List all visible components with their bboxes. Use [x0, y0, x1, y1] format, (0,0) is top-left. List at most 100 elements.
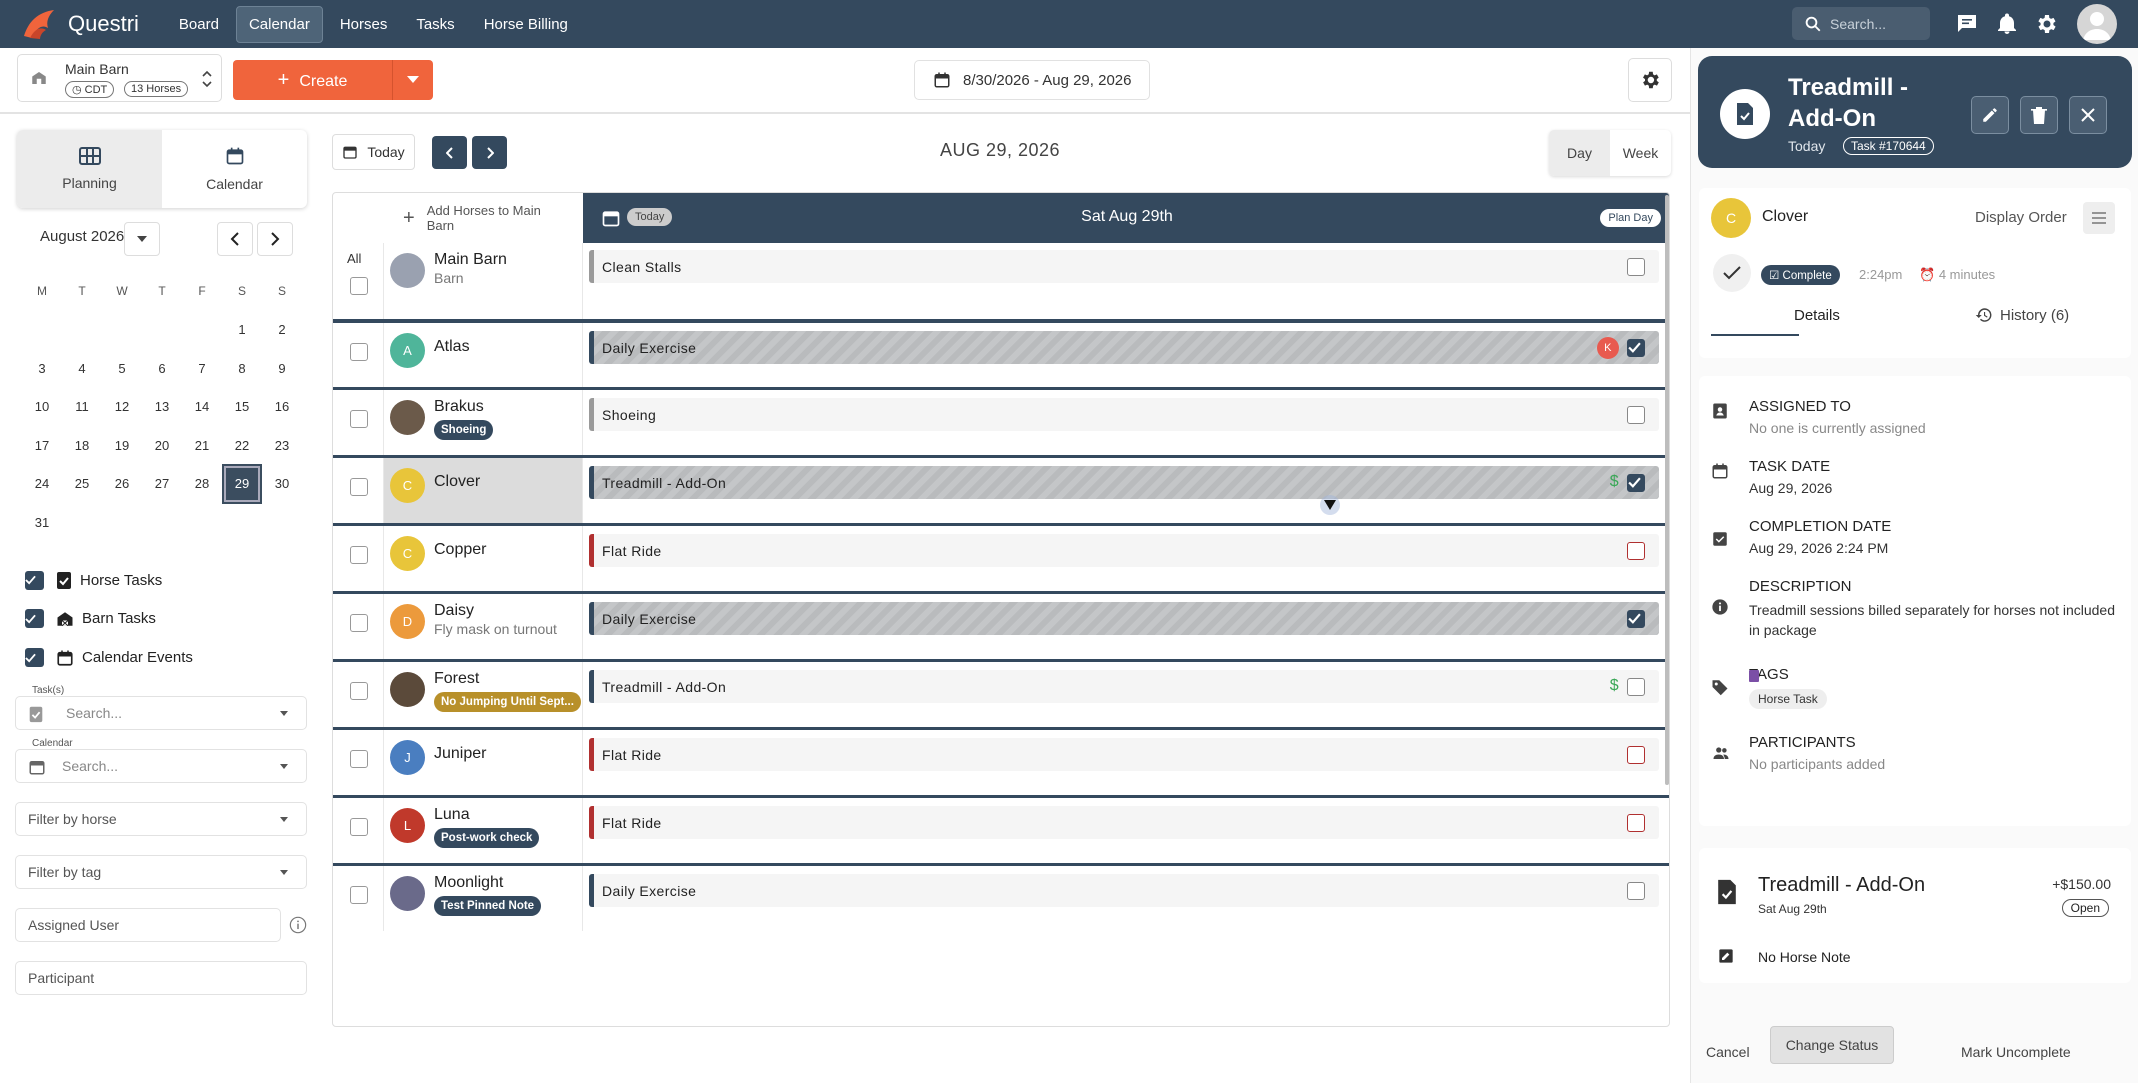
calendar-day[interactable]: 13 — [142, 399, 182, 414]
horse-cell[interactable]: C Clover — [383, 458, 583, 523]
info-icon[interactable] — [289, 916, 307, 934]
month-dropdown-button[interactable] — [124, 222, 160, 256]
next-day-button[interactable] — [472, 136, 507, 169]
mark-uncomplete-button[interactable]: Mark Uncomplete — [1961, 1044, 2071, 1060]
global-search-input[interactable]: Search... — [1792, 7, 1930, 40]
horse-cell[interactable]: L Luna Post-work check — [383, 798, 583, 863]
calendar-day[interactable]: 27 — [142, 476, 182, 491]
pinned-note-badge[interactable]: Test Pinned Note — [434, 896, 542, 916]
app-logo[interactable]: Questri — [22, 8, 139, 40]
edit-button[interactable] — [1971, 96, 2009, 134]
filter-barn-tasks[interactable]: Barn Tasks — [25, 609, 156, 628]
nav-calendar[interactable]: Calendar — [235, 5, 323, 43]
horse-cell[interactable]: Moonlight Test Pinned Note — [383, 866, 583, 931]
delete-button[interactable] — [2020, 96, 2058, 134]
task-complete-checkbox[interactable] — [1627, 258, 1645, 276]
horse-cell[interactable]: Main Barn Barn — [383, 243, 583, 319]
calendar-day[interactable]: 23 — [262, 438, 302, 453]
create-button[interactable]: + Create — [233, 60, 433, 100]
row-checkbox[interactable] — [350, 818, 368, 836]
filter-horse-tasks[interactable]: Horse Tasks — [25, 570, 162, 590]
complete-toggle[interactable] — [1713, 254, 1751, 292]
task-complete-checkbox[interactable] — [1627, 814, 1645, 832]
horse-cell[interactable]: A Atlas — [383, 323, 583, 387]
pinned-note-badge[interactable]: Post-work check — [434, 828, 540, 848]
calendar-day[interactable]: 20 — [142, 438, 182, 453]
task-complete-checkbox[interactable] — [1627, 678, 1645, 696]
filter-by-tag-select[interactable]: Filter by tag — [15, 855, 307, 889]
row-checkbox[interactable] — [350, 546, 368, 564]
filter-by-horse-select[interactable]: Filter by horse — [15, 802, 307, 836]
calendar-day[interactable]: 15 — [222, 399, 262, 414]
user-avatar[interactable] — [2077, 4, 2117, 44]
task-complete-checkbox[interactable] — [1627, 474, 1645, 492]
close-button[interactable] — [2069, 96, 2107, 134]
prev-day-button[interactable] — [432, 136, 467, 169]
calendar-day[interactable]: 7 — [182, 361, 222, 376]
nav-board[interactable]: Board — [167, 7, 231, 42]
pinned-note-badge[interactable]: Shoeing — [434, 420, 494, 440]
calendar-day[interactable]: 1 — [222, 322, 262, 337]
calendar-day[interactable]: 6 — [142, 361, 182, 376]
pinned-note-badge[interactable]: No Jumping Until Sept... — [434, 692, 581, 712]
task-complete-checkbox[interactable] — [1627, 339, 1645, 357]
tab-calendar[interactable]: Calendar — [162, 130, 307, 208]
calendar-day[interactable]: 14 — [182, 399, 222, 414]
tab-details[interactable]: Details — [1711, 306, 1840, 324]
change-status-button[interactable]: Change Status — [1770, 1026, 1894, 1064]
gear-icon[interactable] — [2034, 12, 2058, 36]
row-checkbox[interactable] — [350, 343, 368, 361]
calendar-day[interactable]: 8 — [222, 361, 262, 376]
calendar-day[interactable]: 3 — [22, 361, 62, 376]
calendar-day[interactable]: 16 — [262, 399, 302, 414]
calendar-day[interactable]: 30 — [262, 476, 302, 491]
calendar-settings-button[interactable] — [1628, 58, 1672, 102]
horse-cell[interactable]: C Copper — [383, 526, 583, 591]
calendar-day[interactable]: 12 — [102, 399, 142, 414]
calendar-day[interactable]: 29 — [222, 463, 262, 504]
calendar-day[interactable]: 9 — [262, 361, 302, 376]
participant-input[interactable]: Participant — [15, 961, 307, 995]
nav-horse-billing[interactable]: Horse Billing — [472, 7, 580, 42]
tasks-search-input[interactable]: Task(s) Search... — [15, 685, 307, 730]
cancel-button[interactable]: Cancel — [1706, 1044, 1750, 1060]
calendar-day[interactable]: 25 — [62, 476, 102, 491]
calendar-day[interactable]: 31 — [22, 515, 62, 530]
task-bar[interactable]: Flat Ride — [589, 806, 1659, 839]
calendar-day[interactable]: 28 — [182, 476, 222, 491]
today-button[interactable]: Today — [332, 134, 415, 170]
assigned-user-input[interactable]: Assigned User — [15, 908, 281, 942]
task-bar[interactable]: Shoeing — [589, 398, 1659, 431]
nav-tasks[interactable]: Tasks — [404, 7, 466, 42]
task-bar[interactable]: Daily Exercise K — [589, 331, 1659, 364]
nav-horses[interactable]: Horses — [328, 7, 400, 42]
calendar-day[interactable]: 24 — [22, 476, 62, 491]
calendar-search-input[interactable]: Calendar Search... — [15, 738, 307, 783]
calendar-day[interactable]: 5 — [102, 361, 142, 376]
task-bar[interactable]: Treadmill - Add-On $ — [589, 670, 1659, 703]
billing-card[interactable]: Treadmill - Add-On Sat Aug 29th +$150.00… — [1699, 848, 2131, 983]
task-complete-checkbox[interactable] — [1627, 542, 1645, 560]
task-complete-checkbox[interactable] — [1627, 882, 1645, 900]
filter-calendar-events[interactable]: Calendar Events — [25, 648, 193, 667]
tab-planning[interactable]: Planning — [17, 130, 162, 208]
select-all-checkbox[interactable] — [350, 277, 368, 295]
view-day-button[interactable]: Day — [1549, 130, 1610, 176]
prev-month-button[interactable] — [217, 222, 253, 256]
task-complete-checkbox[interactable] — [1627, 746, 1645, 764]
calendar-day[interactable]: 11 — [62, 399, 102, 414]
display-order-button[interactable] — [2083, 202, 2115, 234]
next-month-button[interactable] — [257, 222, 293, 256]
calendar-day[interactable]: 26 — [102, 476, 142, 491]
task-bar[interactable]: Clean Stalls — [589, 250, 1659, 283]
calendar-day[interactable]: 19 — [102, 438, 142, 453]
tag-chip[interactable]: Horse Task — [1749, 670, 1827, 709]
bell-icon[interactable] — [1995, 12, 2019, 36]
horse-cell[interactable]: Forest No Jumping Until Sept... — [383, 662, 583, 727]
calendar-day[interactable]: 4 — [62, 361, 102, 376]
calendar-day[interactable]: 22 — [222, 438, 262, 453]
checkbox-checked[interactable] — [25, 570, 44, 590]
task-bar[interactable]: Flat Ride — [589, 738, 1659, 771]
row-checkbox[interactable] — [350, 750, 368, 768]
horse-cell[interactable]: J Juniper — [383, 730, 583, 795]
